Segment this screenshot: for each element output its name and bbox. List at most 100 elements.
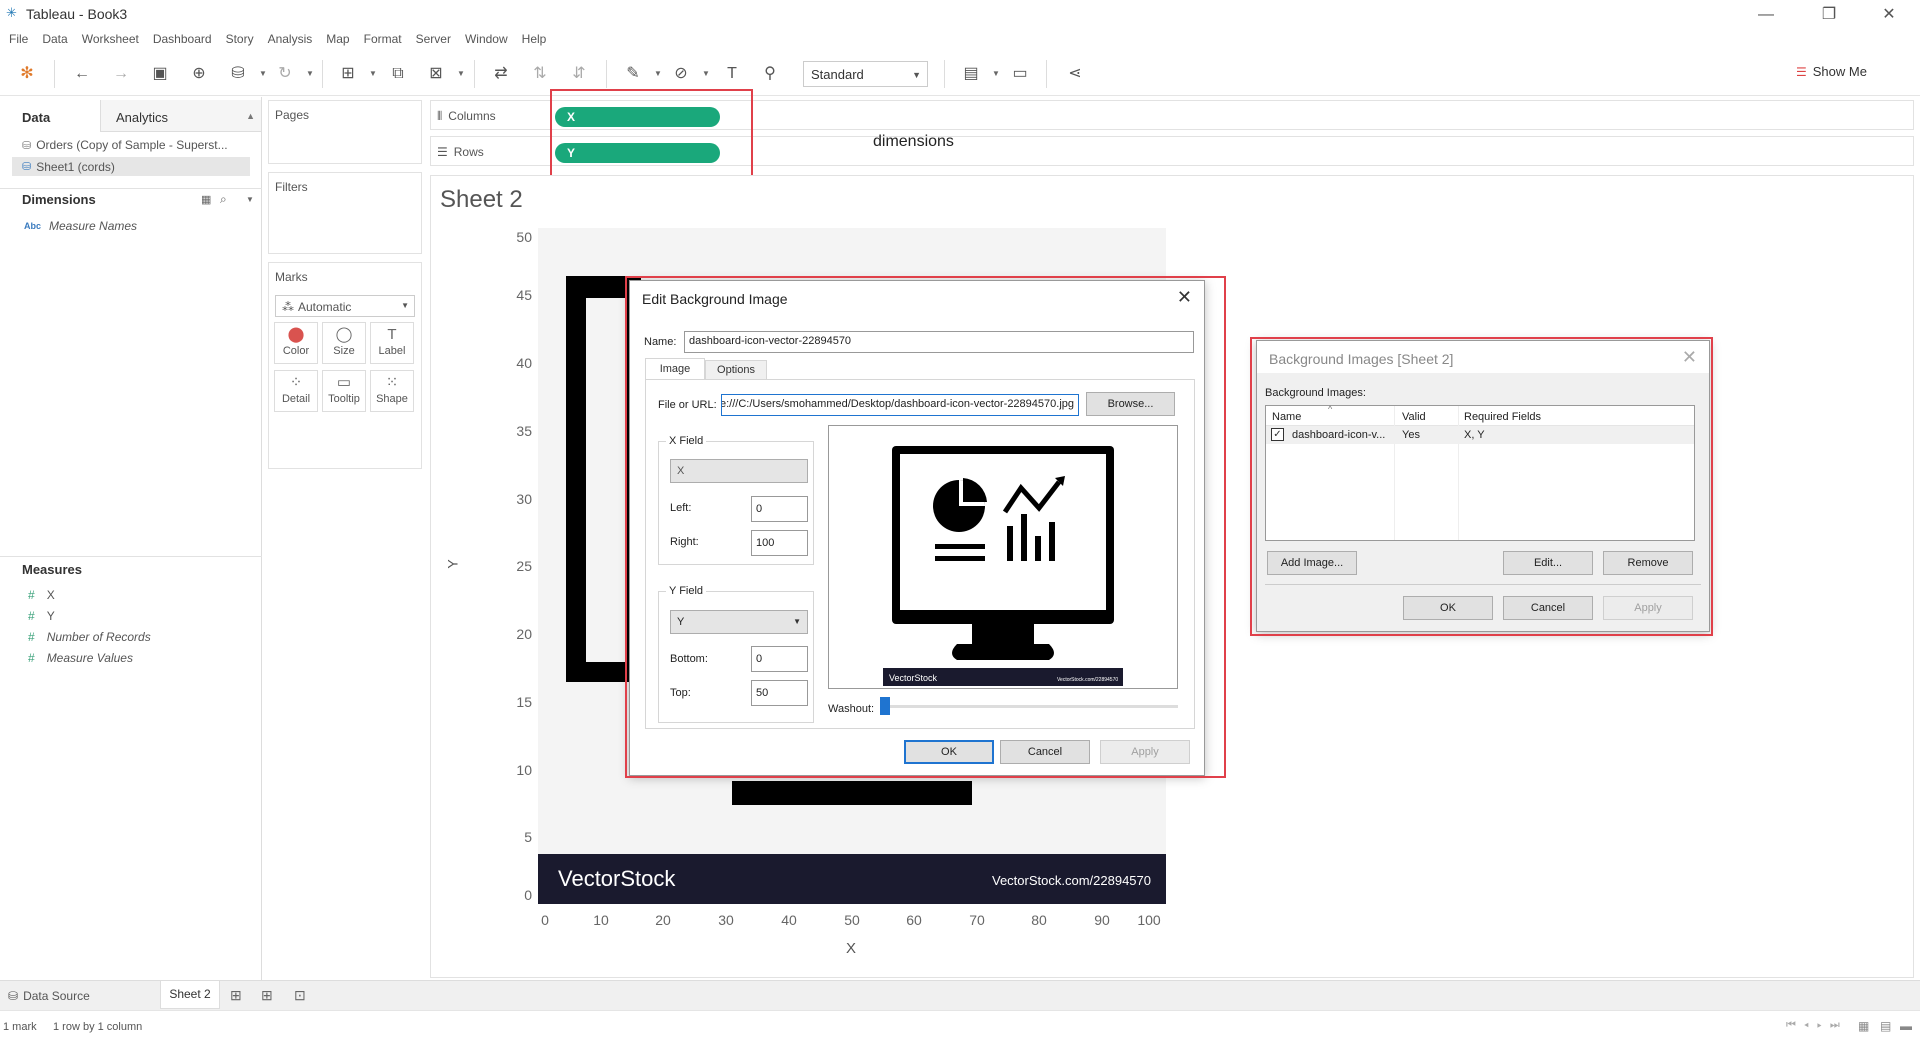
fit-select[interactable]: Standard ▼ xyxy=(803,61,928,87)
tab-analytics[interactable]: Analytics ▲ xyxy=(100,100,261,132)
x-tick: 70 xyxy=(969,912,985,928)
menu-bar: File Data Worksheet Dashboard Story Anal… xyxy=(0,28,1920,50)
tab-data[interactable]: Data xyxy=(0,100,100,132)
color-button[interactable]: ⬤ Color xyxy=(274,322,318,364)
field-measure-values[interactable]: # Measure Values xyxy=(28,651,133,665)
new-dashboard-icon[interactable]: ⊞ xyxy=(261,987,273,1004)
menu-map[interactable]: Map xyxy=(326,32,349,46)
presentation-mode-icon[interactable]: ▭ xyxy=(1009,63,1031,85)
datasource-orders[interactable]: ⛁ Orders (Copy of Sample - Superst... xyxy=(22,138,228,152)
show-sheet-sorter-icon[interactable]: ▤ xyxy=(1880,1019,1891,1033)
chevron-icon: ▲ xyxy=(246,111,255,121)
share-icon[interactable]: ⋖ xyxy=(1064,63,1086,85)
show-filmstrip-icon[interactable]: ▦ xyxy=(1858,1019,1869,1033)
toolbar: ✻ ← → ▣ ⊕ ⛁ ▼ ↻ ▼ ⊞ ▼ ⧉ ⊠ ▼ ⇄ ⇅ ⇵ ✎ ▼ ⊘ … xyxy=(0,52,1920,96)
show-tabs-icon[interactable]: ▬ xyxy=(1900,1019,1912,1033)
datasource-sheet1[interactable]: ⛁ Sheet1 (cords) xyxy=(12,157,250,176)
annotation-text: dimensions xyxy=(873,133,954,150)
mark-type-select[interactable]: ⁂ Automatic ▼ xyxy=(275,295,415,317)
database-icon: ⛁ xyxy=(22,161,32,173)
sort-descending-icon[interactable]: ⇵ xyxy=(568,63,590,85)
rows-icon: ☰ xyxy=(437,145,448,159)
label-button[interactable]: T Label xyxy=(370,322,414,364)
number-type-icon: # xyxy=(28,588,35,602)
swap-rows-columns-icon[interactable]: ⇄ xyxy=(490,63,512,85)
maximize-button[interactable]: ❐ xyxy=(1806,2,1852,28)
refresh-icon[interactable]: ↻ xyxy=(274,63,296,85)
y-tick: 40 xyxy=(516,355,532,371)
pages-card[interactable]: Pages xyxy=(268,100,422,164)
size-icon: ◯ xyxy=(335,326,353,343)
menu-worksheet[interactable]: Worksheet xyxy=(82,32,139,46)
field-y[interactable]: # Y xyxy=(28,609,55,623)
sheet-tab-sheet2[interactable]: Sheet 2 xyxy=(160,981,220,1009)
sheet-nav-arrows-icon[interactable]: ⏮◂▸⏭ xyxy=(1786,1019,1848,1032)
field-x[interactable]: # X xyxy=(28,588,55,602)
show-labels-icon[interactable]: T xyxy=(721,63,743,85)
menu-help[interactable]: Help xyxy=(522,32,547,46)
menu-server[interactable]: Server xyxy=(416,32,451,46)
x-tick: 20 xyxy=(655,912,671,928)
status-bar: 1 mark 1 row by 1 column ⏮◂▸⏭ ▦ ▤ ▬ xyxy=(0,1010,1920,1040)
label-icon: T xyxy=(387,326,397,343)
view-list-icon[interactable]: ▦ xyxy=(201,193,211,206)
menu-data[interactable]: Data xyxy=(42,32,67,46)
shape-button[interactable]: ⁙ Shape xyxy=(370,370,414,412)
show-me-button[interactable]: ☰ Show Me xyxy=(1796,64,1867,79)
number-type-icon: # xyxy=(28,651,35,665)
sheet-title[interactable]: Sheet 2 xyxy=(440,186,523,214)
number-type-icon: # xyxy=(28,609,35,623)
menu-story[interactable]: Story xyxy=(226,32,254,46)
menu-format[interactable]: Format xyxy=(364,32,402,46)
duplicate-sheet-icon[interactable]: ⧉ xyxy=(387,63,409,85)
filters-card[interactable]: Filters xyxy=(268,172,422,254)
string-type-icon: Abc xyxy=(24,221,42,231)
detail-icon: ⁘ xyxy=(289,374,303,391)
highlight-icon[interactable]: ✎ xyxy=(622,63,644,85)
y-tick: 15 xyxy=(516,694,532,710)
x-tick: 50 xyxy=(844,912,860,928)
chevron-down-icon: ▼ xyxy=(401,301,409,310)
group-members-icon[interactable]: ⊘ xyxy=(670,63,692,85)
new-worksheet-icon[interactable]: ⊞ xyxy=(230,987,242,1004)
search-icon[interactable]: ⌕ xyxy=(220,192,227,207)
y-tick: 25 xyxy=(516,558,532,574)
redo-icon[interactable]: → xyxy=(110,63,132,85)
chevron-down-icon[interactable]: ▼ xyxy=(246,195,254,204)
show-cards-icon[interactable]: ▤ xyxy=(960,63,982,85)
tooltip-icon: ▭ xyxy=(336,374,352,391)
data-source-tab[interactable]: ⛁ Data Source xyxy=(8,989,90,1003)
sheet-tabs-bar: ⛁ Data Source Sheet 2 ⊞ ⊞ ⊡ xyxy=(0,980,1920,1010)
show-me-icon: ☰ xyxy=(1796,64,1807,79)
menu-file[interactable]: File xyxy=(9,32,28,46)
fix-axes-icon[interactable]: ⚲ xyxy=(759,63,781,85)
detail-button[interactable]: ⁘ Detail xyxy=(274,370,318,412)
pause-updates-icon[interactable]: ⛁ xyxy=(227,63,249,85)
size-button[interactable]: ◯ Size xyxy=(322,322,366,364)
y-axis-label: Y xyxy=(444,559,461,569)
menu-dashboard[interactable]: Dashboard xyxy=(153,32,212,46)
x-tick: 40 xyxy=(781,912,797,928)
save-icon[interactable]: ▣ xyxy=(149,63,171,85)
menu-window[interactable]: Window xyxy=(465,32,508,46)
field-number-of-records[interactable]: # Number of Records xyxy=(28,630,151,644)
field-measure-names[interactable]: Abc Measure Names xyxy=(24,219,137,233)
minimize-button[interactable]: — xyxy=(1743,2,1789,28)
new-datasource-icon[interactable]: ⊕ xyxy=(188,63,210,85)
clear-sheet-icon[interactable]: ⊠ xyxy=(425,63,447,85)
close-window-button[interactable]: ✕ xyxy=(1866,2,1912,28)
new-worksheet-icon[interactable]: ⊞ xyxy=(337,63,359,85)
undo-icon[interactable]: ← xyxy=(71,63,93,85)
columns-icon: ⦀ xyxy=(437,109,443,123)
new-story-icon[interactable]: ⊡ xyxy=(294,987,306,1004)
tooltip-button[interactable]: ▭ Tooltip xyxy=(322,370,366,412)
y-tick: 50 xyxy=(516,229,532,245)
color-icon: ⬤ xyxy=(287,326,305,343)
menu-analysis[interactable]: Analysis xyxy=(268,32,313,46)
status-marks: 1 mark xyxy=(3,1021,37,1033)
y-tick: 45 xyxy=(516,287,532,303)
sort-ascending-icon[interactable]: ⇅ xyxy=(529,63,551,85)
highlight-box-bg-dialog xyxy=(1250,337,1713,636)
tableau-home-icon[interactable]: ✻ xyxy=(16,63,38,85)
y-tick: 5 xyxy=(524,829,532,845)
